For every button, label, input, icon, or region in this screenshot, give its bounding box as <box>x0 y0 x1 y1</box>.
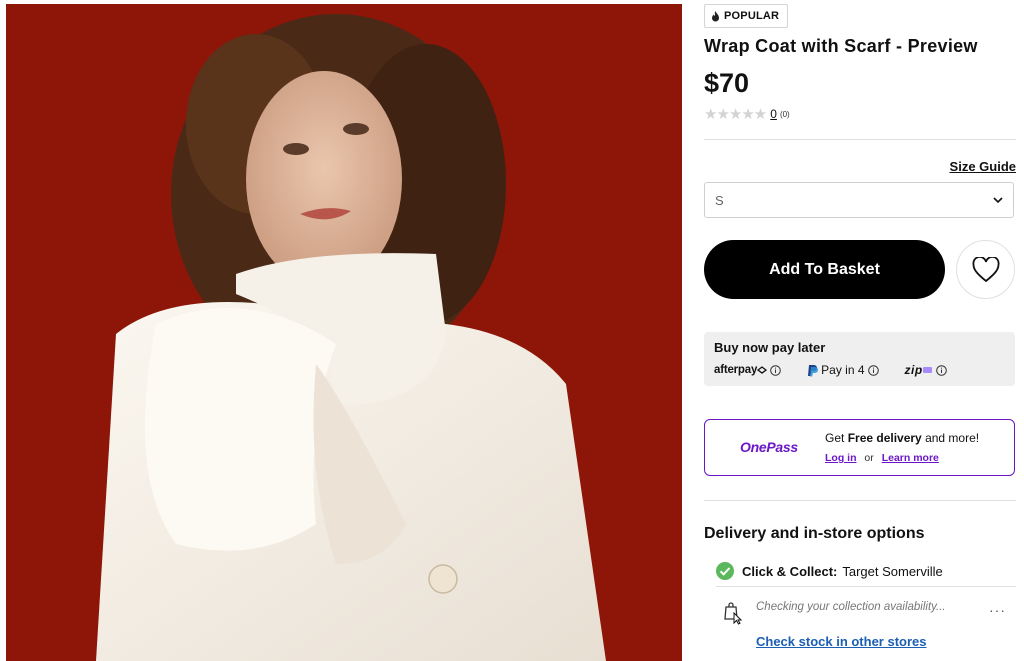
paypal-label: Pay in 4 <box>821 363 865 377</box>
onepass-logo: OnePass <box>740 439 798 455</box>
product-image <box>6 4 682 661</box>
zip-option[interactable]: zip <box>905 363 947 377</box>
product-title: Wrap Coat with Scarf - Preview <box>704 36 978 56</box>
onepass-learn-more-link[interactable]: Learn more <box>882 452 939 464</box>
info-icon[interactable] <box>770 364 781 376</box>
store-availability-icon <box>724 602 742 625</box>
rating: ★★★★★ 0 (0) <box>704 106 790 123</box>
onepass-or: or <box>864 452 874 464</box>
size-guide-link[interactable]: Size Guide <box>950 159 1016 174</box>
delivery-title: Delivery and in-store options <box>704 525 925 542</box>
review-count-link[interactable]: 0 <box>770 107 777 121</box>
click-collect-label: Click & Collect: <box>742 563 838 579</box>
divider <box>704 500 1016 501</box>
loading-dots-icon: ··· <box>989 602 1006 618</box>
zip-logo: zip <box>904 363 923 377</box>
heart-icon <box>972 256 999 282</box>
product-details: POPULAR Wrap Coat with Scarf - Preview $… <box>704 0 1016 661</box>
onepass-promo-text: Get Free delivery and more! <box>825 431 979 445</box>
onepass-text-prefix: Get <box>825 431 848 445</box>
onepass-links: Log in or Learn more <box>825 452 939 464</box>
click-collect-store: Target Somerville <box>842 563 943 579</box>
star-rating-icons: ★★★★★ <box>704 106 767 123</box>
zip-accent-icon <box>922 367 932 373</box>
checking-availability-text: Checking your collection availability... <box>756 601 946 613</box>
bnpl-title: Buy now pay later <box>714 340 826 355</box>
size-selected-value: S <box>715 192 724 208</box>
afterpay-logo: afterpay <box>714 364 758 376</box>
info-icon[interactable] <box>867 364 879 376</box>
afterpay-arrows-icon <box>757 366 768 374</box>
onepass-login-link[interactable]: Log in <box>825 452 857 464</box>
click-collect-row: Click & Collect: Target Somerville <box>716 562 943 580</box>
afterpay-option[interactable]: afterpay <box>714 364 781 376</box>
paypal-icon <box>808 364 819 376</box>
divider <box>704 139 1016 140</box>
divider <box>716 586 1016 587</box>
check-stock-link[interactable]: Check stock in other stores <box>756 634 927 649</box>
review-count-small: (0) <box>779 109 790 119</box>
popular-badge: POPULAR <box>704 4 789 28</box>
wishlist-button[interactable] <box>956 240 1015 299</box>
onepass-text-bold: Free delivery <box>847 431 922 445</box>
bnpl-providers: afterpay Pay in 4 zip <box>714 363 1005 377</box>
badge-label: POPULAR <box>724 10 780 22</box>
buy-now-pay-later-panel: Buy now pay later afterpay Pay in 4 zip <box>704 332 1015 386</box>
add-to-basket-button[interactable]: Add To Basket <box>704 240 945 299</box>
flame-icon <box>712 10 719 21</box>
onepass-text-suffix: and more! <box>921 431 980 445</box>
check-circle-icon <box>716 562 734 580</box>
chevron-down-icon <box>993 196 1003 203</box>
product-price: $70 <box>704 68 750 98</box>
onepass-banner: OnePass Get Free delivery and more! Log … <box>704 419 1015 476</box>
info-icon[interactable] <box>935 364 947 376</box>
size-select[interactable]: S <box>704 182 1014 218</box>
paypal-option[interactable]: Pay in 4 <box>807 363 879 377</box>
